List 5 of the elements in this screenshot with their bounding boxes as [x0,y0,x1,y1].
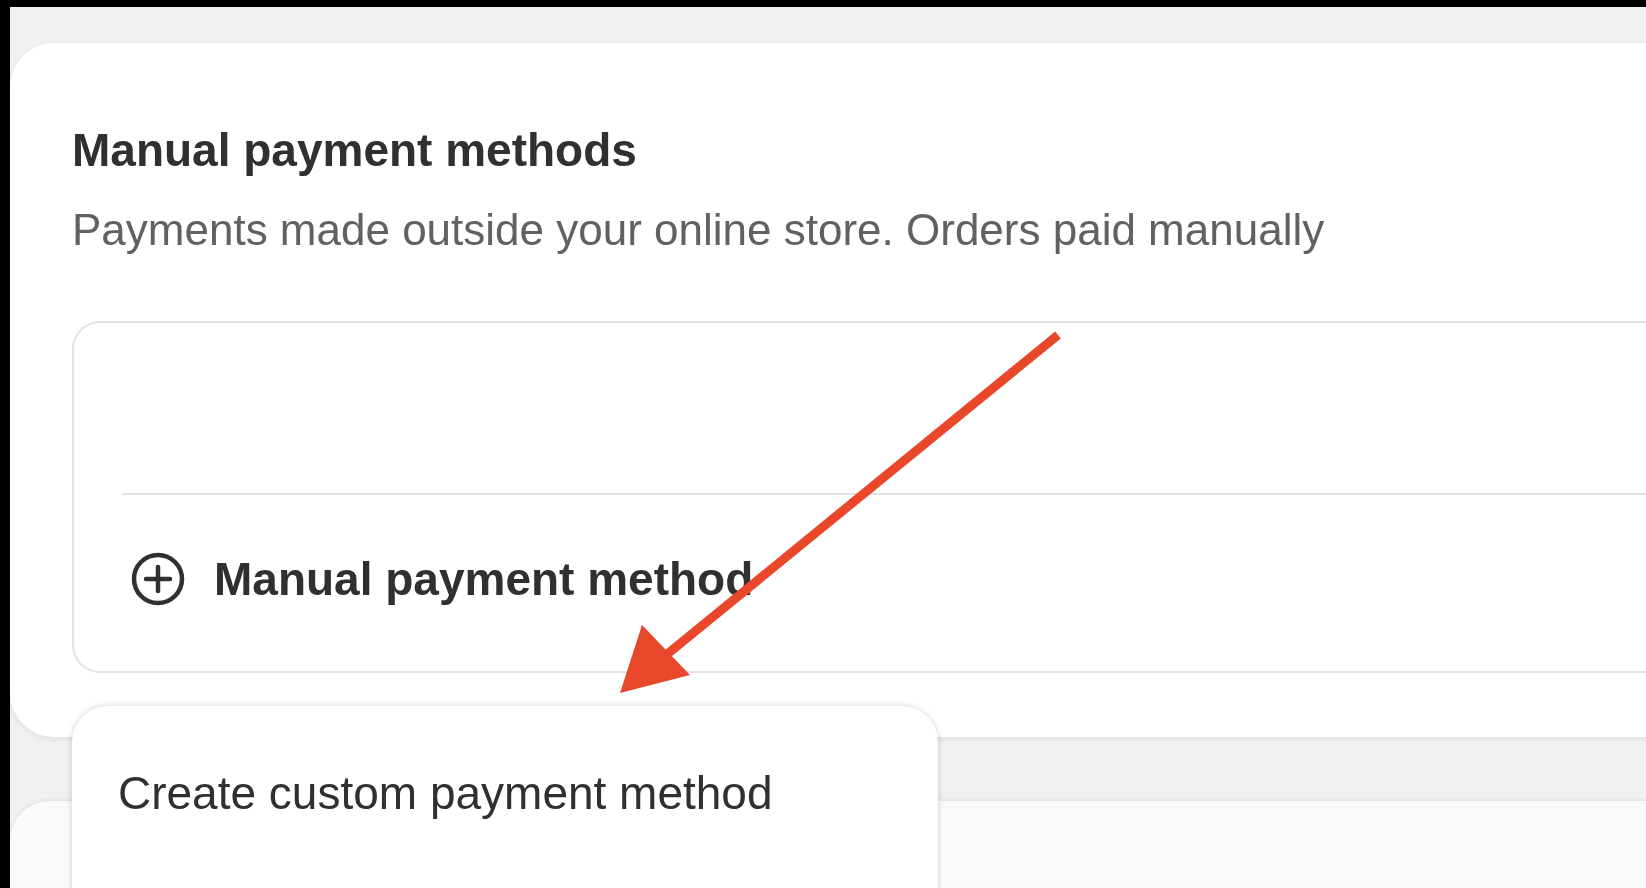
section-description: Payments made outside your online store. Orders paid manually [72,205,1326,255]
add-method-button[interactable]: Manual payment method [130,551,754,607]
plus-circle-icon [130,551,186,607]
menu-item[interactable]: Create custom payment method [72,706,938,820]
section-title: Manual payment methods [72,123,638,177]
